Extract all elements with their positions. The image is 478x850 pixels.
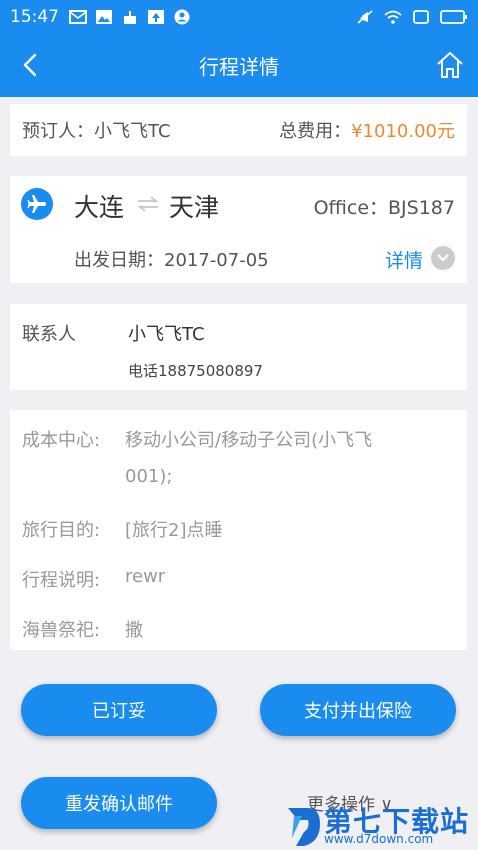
trip-purpose-value: [旅行2]点睡 [125, 520, 223, 541]
trip-purpose-label: 旅行目的: [22, 520, 101, 541]
watermark: 第七下载站 www.d7down.com [284, 796, 474, 850]
contact-phone[interactable]: 电话18875080897 [128, 360, 263, 381]
battery-icon [440, 10, 467, 24]
cost-center-label: 成本中心: [22, 430, 101, 451]
cost-center-value-line2: 001); [125, 466, 173, 487]
custom-field-value: 撒 [125, 620, 143, 641]
plane-icon [21, 188, 53, 220]
contact-name: 小飞飞TC [128, 324, 205, 345]
wifi-icon [384, 10, 402, 24]
status-bar: 15:47 [0, 0, 478, 34]
chevron-down-icon[interactable] [431, 246, 455, 270]
custom-field-label: 海兽祭祀: [22, 620, 101, 641]
upload-icon [148, 10, 164, 24]
resend-email-button[interactable]: 重发确认邮件 [21, 777, 217, 829]
sim-icon [413, 10, 429, 24]
route-card: 大连 天津 Office：BJS187 出发日期：2017-07-05 详情 [10, 176, 467, 283]
home-button[interactable] [432, 46, 468, 84]
watermark-logo [288, 808, 320, 846]
pay-insure-button[interactable]: 支付并出保险 [260, 684, 456, 736]
contact-card: 联系人 小飞飞TC 电话18875080897 [10, 304, 467, 390]
total-cost: 总费用：¥1010.00元 [279, 117, 455, 143]
notification-icons [69, 9, 191, 25]
booker-label: 预订人：小飞飞TC [22, 121, 171, 142]
status-time: 15:47 [10, 7, 59, 27]
arrow-exchange-icon [137, 196, 159, 212]
home-icon [437, 52, 463, 78]
system-icons [356, 9, 468, 25]
cake-icon [124, 11, 136, 24]
booked-button[interactable]: 已订妥 [21, 684, 217, 736]
trip-info-card: 成本中心: 移动小公司/移动子公司(小飞飞 001); 旅行目的: [旅行2]点… [10, 410, 467, 650]
booker-card: 预订人：小飞飞TC 总费用：¥1010.00元 [10, 104, 467, 156]
account-icon [174, 9, 190, 25]
total-cost-value: ¥1010.00元 [351, 121, 455, 142]
office-code: Office：BJS187 [313, 197, 455, 219]
back-button[interactable] [14, 48, 46, 82]
from-city: 大连 [74, 193, 125, 222]
watermark-url: www.d7down.com [324, 832, 434, 846]
mail-icon [69, 10, 87, 24]
image-icon [96, 10, 112, 24]
nav-bar: 行程详情 [0, 34, 478, 97]
departure-date: 出发日期：2017-07-05 [74, 250, 269, 271]
trip-description-label: 行程说明: [22, 570, 101, 591]
detail-link[interactable]: 详情 [385, 246, 423, 273]
page-title: 行程详情 [199, 55, 279, 79]
chevron-left-icon [23, 53, 37, 77]
mute-icon [357, 10, 373, 24]
trip-description-value: rewr [125, 566, 166, 587]
contact-label: 联系人 [22, 324, 76, 345]
total-cost-label: 总费用： [279, 121, 352, 142]
cost-center-value-line1: 移动小公司/移动子公司(小飞飞 [125, 430, 373, 451]
to-city: 天津 [169, 193, 220, 222]
